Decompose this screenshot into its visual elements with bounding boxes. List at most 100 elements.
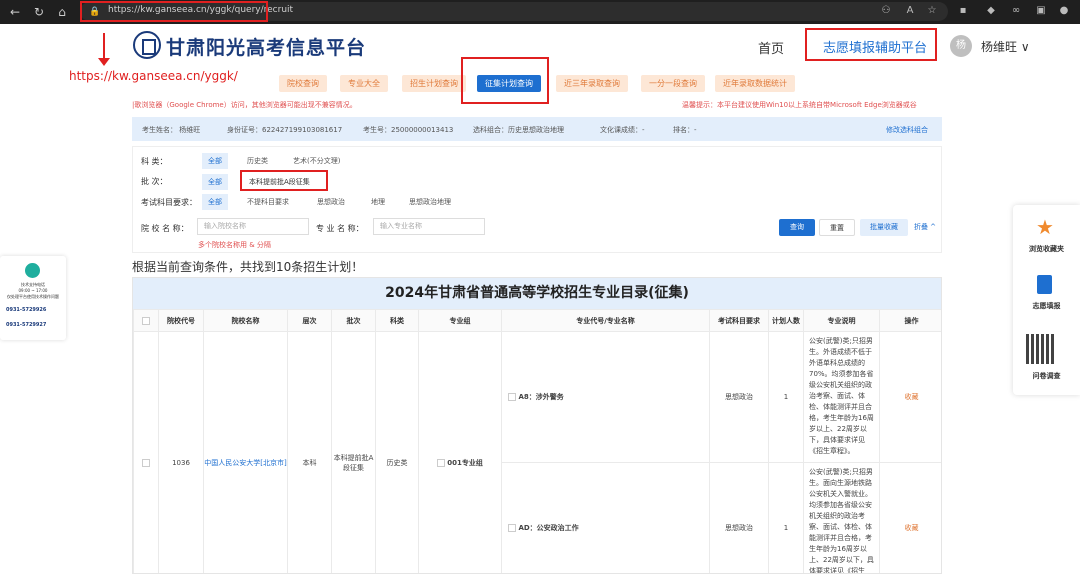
tab-highlight-box [461, 57, 549, 104]
favorite-link[interactable]: 收藏 [879, 331, 941, 463]
right-float-widget: ★ 浏览收藏夹 志愿填报 问卷调查 [1013, 205, 1080, 395]
category-history[interactable]: 历史类 [241, 153, 274, 169]
count-cell: 1 [768, 462, 804, 573]
tab-majors[interactable]: 专业大全 [340, 75, 388, 92]
school-name-label: 院 校 名 称： [141, 224, 189, 233]
query-button[interactable]: 查询 [779, 219, 815, 236]
browser-notice: |歌浏览器（Google Chrome）访问，其他浏览器可能出现不兼容情况。 [132, 101, 357, 109]
school-name-input[interactable]: 输入院校名称 [197, 218, 309, 235]
th-school-name: 院校名称 [203, 309, 288, 332]
category-all[interactable]: 全部 [202, 153, 228, 169]
description-cell: 公安(武警)类;只招男生。外语成绩不低于外语单科总成绩的70%。均须参加各省级公… [803, 331, 880, 463]
candidate-subjects: 选科组合：历史思想政治地理 [473, 126, 564, 134]
survey-link[interactable]: 问卷调查 [1013, 371, 1080, 381]
assist-highlight-box [805, 28, 937, 61]
th-requirement: 考试科目要求 [709, 309, 769, 332]
collapse-toggle[interactable]: 折叠 ^ [910, 219, 940, 236]
site-logo-icon [133, 31, 161, 59]
support-note: 仅处理平台使用技术操作问题 [7, 294, 59, 299]
batch-highlight-box [240, 170, 328, 191]
group-label: 001专业组 [447, 458, 483, 467]
table-title: 2024年甘肃省普通高等学校招生专业目录(征集) [133, 278, 941, 309]
enrollment-table: 2024年甘肃省普通高等学校招生专业目录(征集) 院校代号 院校名称 层次 批次… [132, 277, 942, 574]
group-cell: 001专业组 [418, 331, 502, 573]
school-code: 1036 [158, 331, 204, 573]
reset-button[interactable]: 重置 [819, 219, 855, 236]
batch-label: 批 次： [141, 177, 168, 186]
text-size-icon[interactable]: A [904, 5, 916, 17]
tab-admission-stats[interactable]: 近年录取数据统计 [715, 75, 795, 92]
school-name-link[interactable]: 中国人民公安大学[北京市] [203, 331, 288, 573]
annotation-arrow-head [98, 58, 110, 66]
batch-favorite-button[interactable]: 批量收藏 [860, 219, 908, 236]
avatar[interactable]: 杨 [950, 35, 972, 57]
table-row: 1036 中国人民公安大学[北京市] 本科 本科提前批A段征集 历史类 001专… [133, 331, 941, 573]
support-widget: 技术支持电话 09:00 ~ 17:00 仅处理平台使用技术操作问题 0931-… [0, 256, 66, 340]
read-aloud-icon[interactable]: ⚇ [880, 5, 892, 17]
major-name-label: 专 业 名 称： [316, 224, 364, 233]
req-politics[interactable]: 思想政治 [311, 194, 351, 210]
site-title[interactable]: 甘肃阳光高考信息平台 [166, 33, 366, 60]
batch-all[interactable]: 全部 [202, 174, 228, 190]
batch-cell: 本科提前批A段征集 [331, 331, 376, 573]
collections-icon[interactable]: ▣ [1035, 5, 1047, 17]
extension-icon[interactable]: ▪ [957, 5, 969, 17]
th-group: 专业组 [418, 309, 502, 332]
category-cell: 历史类 [375, 331, 419, 573]
annotation-url: https://kw.ganseea.cn/yggk/ [69, 69, 238, 83]
candidate-name: 考生姓名： 杨维旺 [142, 126, 201, 134]
description-cell: 公安(武警)类;只招男生。面向生源地铁路公安机关入警就业。均须参加各省级公安机关… [803, 462, 880, 573]
qr-code-icon[interactable] [1026, 334, 1056, 364]
candidate-info-bar: 考生姓名： 杨维旺 身份证号：622427199103081617 考生号：25… [132, 117, 942, 141]
tab-enrollment-plan[interactable]: 招生计划查询 [402, 75, 466, 92]
extensions-icon[interactable]: ∞ [1010, 5, 1022, 17]
search-hint: 多个院校名称用 & 分隔 [198, 241, 271, 249]
volunteer-doc-icon[interactable] [1037, 275, 1052, 294]
level-cell: 本科 [287, 331, 332, 573]
home-icon[interactable]: ⌂ [53, 3, 71, 21]
tab-three-year-admission[interactable]: 近三年录取查询 [556, 75, 628, 92]
requirement-cell: 思想政治 [709, 331, 769, 463]
favorites-link[interactable]: 浏览收藏夹 [1013, 244, 1080, 254]
tab-score-segment[interactable]: 一分一段查询 [641, 75, 705, 92]
group-checkbox[interactable] [437, 458, 446, 467]
major-checkbox[interactable] [508, 524, 516, 532]
req-politics-geography[interactable]: 思想政治地理 [403, 194, 457, 210]
th-major: 专业代号/专业名称 [501, 309, 710, 332]
volunteer-fill-link[interactable]: 志愿填报 [1013, 301, 1080, 311]
req-geography[interactable]: 地理 [365, 194, 391, 210]
refresh-icon[interactable]: ↻ [30, 3, 48, 21]
th-school-code: 院校代号 [158, 309, 204, 332]
th-count: 计划人数 [768, 309, 804, 332]
copilot-icon[interactable]: ● [1058, 5, 1070, 17]
requirement-cell: 思想政治 [709, 462, 769, 573]
annotation-arrow [103, 33, 105, 61]
browser-tip: 温馨提示：本平台建议使用Win10以上系统自带Microsoft Edge浏览器… [682, 101, 917, 109]
support-agent-icon [25, 263, 40, 278]
candidate-score: 文化课成绩：- [600, 126, 645, 134]
favorites-star-icon[interactable]: ★ [1036, 217, 1054, 237]
major-checkbox[interactable] [508, 393, 516, 401]
select-all-checkbox[interactable] [142, 316, 150, 325]
shield-icon[interactable]: ◆ [985, 5, 997, 17]
req-all[interactable]: 全部 [202, 194, 228, 210]
major-name: A8：涉外警务 [518, 393, 564, 401]
row-checkbox[interactable] [142, 458, 150, 467]
tab-school-query[interactable]: 院校查询 [279, 75, 327, 92]
result-summary: 根据当前查询条件，共找到10条招生计划！ [132, 260, 364, 274]
user-menu[interactable]: 杨维旺 ∨ [981, 38, 1030, 55]
req-none[interactable]: 不提科目要求 [241, 194, 295, 210]
category-art[interactable]: 艺术(不分文理) [287, 153, 346, 169]
back-icon[interactable]: ← [6, 3, 24, 21]
favorite-star-icon[interactable]: ☆ [926, 5, 938, 17]
major-name-input[interactable]: 输入专业名称 [373, 218, 485, 235]
major-cell: A8：涉外警务 [501, 331, 710, 463]
edit-subjects-link[interactable]: 修改选科组合 [886, 125, 928, 135]
support-phone-1: 0931-5729926 [6, 307, 47, 313]
table-header-row: 院校代号 院校名称 层次 批次 科类 专业组 专业代号/专业名称 考试科目要求 … [133, 309, 941, 332]
support-phone-2: 0931-5729927 [6, 322, 47, 328]
favorite-link[interactable]: 收藏 [879, 462, 941, 573]
th-batch: 批次 [331, 309, 376, 332]
nav-home[interactable]: 首页 [758, 38, 784, 57]
support-hours: 09:00 ~ 17:00 [18, 288, 48, 293]
